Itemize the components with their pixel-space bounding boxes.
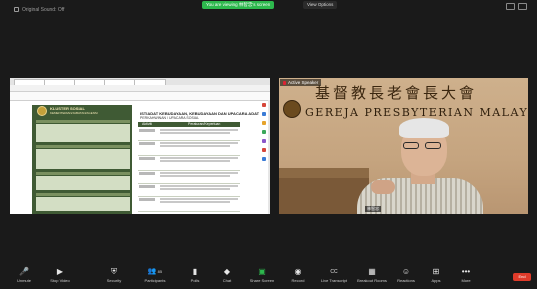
live-transcript-button[interactable]: CC Live Transcript [314,268,354,288]
stop-video-button[interactable]: ▶ Stop Video [40,268,80,288]
doc-left-header: KLUSTER SOSIAL KEMENTERIAN/JABATAN/AGENS… [34,105,130,117]
table-row [138,156,240,171]
table-row [138,171,240,184]
table-row [138,141,240,156]
pdf-side-tools [262,103,267,161]
chat-icon: ◆ [223,267,231,276]
participant-count: 85 [157,269,163,274]
view-options-button[interactable]: View Options [303,1,338,9]
speaker-person [347,112,487,214]
end-meeting-button[interactable]: End [513,273,531,281]
tool-icon[interactable] [262,112,266,116]
unmute-button[interactable]: 🎤 Unmute [4,268,44,288]
section-heading [36,193,130,196]
share-screen-button[interactable]: ▣ Share Screen [242,268,282,288]
shared-screen: KLUSTER SOSIAL KEMENTERIAN/JABATAN/AGENS… [10,78,270,214]
doc-left-subtitle: KEMENTERIAN/JABATAN/AGENSI [50,111,98,115]
original-sound-toggle[interactable]: Original Sound: Off [14,5,64,14]
doc-left-panel: KLUSTER SOSIAL KEMENTERIAN/JABATAN/AGENS… [32,105,132,214]
tool-icon[interactable] [262,103,266,107]
pdf-toolbar [10,92,270,101]
polls-icon: ▮ [192,267,198,276]
table-header: Aktiviti Peraturan/Keperluan [138,122,240,127]
top-bar: Original Sound: Off You are viewing 林智忠'… [0,0,537,16]
column-header-requirement: Peraturan/Keperluan [188,122,221,126]
glasses [403,142,443,149]
tool-icon[interactable] [262,157,266,161]
scrollbar[interactable] [268,100,270,214]
section-heading [36,120,130,123]
table-row [138,184,240,197]
doc-right-subtitle: PERKAHWINAN / UPACARA SOSIAL [140,116,200,120]
record-button[interactable]: ◉ Record [278,268,318,288]
table-row [138,197,240,212]
tool-icon[interactable] [262,121,266,125]
participant-name: 林智忠 [365,206,381,212]
reactions-icon: ☺ [401,267,411,276]
pdf-title-bar [10,78,270,85]
mic-icon [283,80,286,85]
original-sound-label: Original Sound: Off [22,6,65,13]
column-header-activity: Aktiviti [142,122,153,126]
speaker-video: 基督教長老會長大會 GEREJA PRESBYTERIAN MALAYSIA A… [279,78,528,214]
meeting-toolbar: 🎤 Unmute ▶ Stop Video ⛨ Security 👥 85 Par… [0,262,537,289]
table-row [138,128,240,141]
screen-share-banner: You are viewing 林智忠's screen [202,1,275,9]
section-block [36,197,130,211]
section-block [36,124,130,142]
tool-icon[interactable] [262,148,266,152]
chat-button[interactable]: ◆ Chat [207,268,247,288]
tool-icon[interactable] [262,130,266,134]
tool-icon[interactable] [262,139,266,143]
section-block [36,176,130,190]
pdf-address-bar [10,85,270,92]
section-heading [36,145,130,148]
breakout-icon: ▦ [368,267,376,276]
section-heading [36,172,130,175]
shield-icon: ⛨ [111,267,117,276]
window-controls [506,3,527,10]
share-screen-icon: ▣ [258,267,266,276]
more-icon: ••• [461,267,471,276]
security-button[interactable]: ⛨ Security [94,268,134,288]
cc-icon: CC [330,269,338,275]
banner-chinese-text: 基督教長老會長大會 [315,84,478,102]
more-button[interactable]: ••• More [446,268,486,288]
seal-icon [37,106,47,116]
apps-icon: ⊞ [432,267,440,276]
doc-right-panel: ISTIADAT KEBUDAYAAN, KEBUDAYAAN DAN UPAC… [134,105,259,214]
section-block [36,149,130,169]
mic-muted-icon: 🎤 [19,267,29,276]
church-emblem-icon [283,100,301,118]
video-icon: ▶ [56,267,64,276]
checkbox-icon [14,7,19,12]
participants-button[interactable]: 👥 85 Participants [135,268,175,288]
record-icon: ◉ [294,267,302,276]
speaker-label: Active Speaker [280,79,322,86]
participants-icon: 👥 85 [147,268,163,275]
gallery-view-icon[interactable] [506,3,515,10]
fullscreen-icon[interactable] [518,3,527,10]
